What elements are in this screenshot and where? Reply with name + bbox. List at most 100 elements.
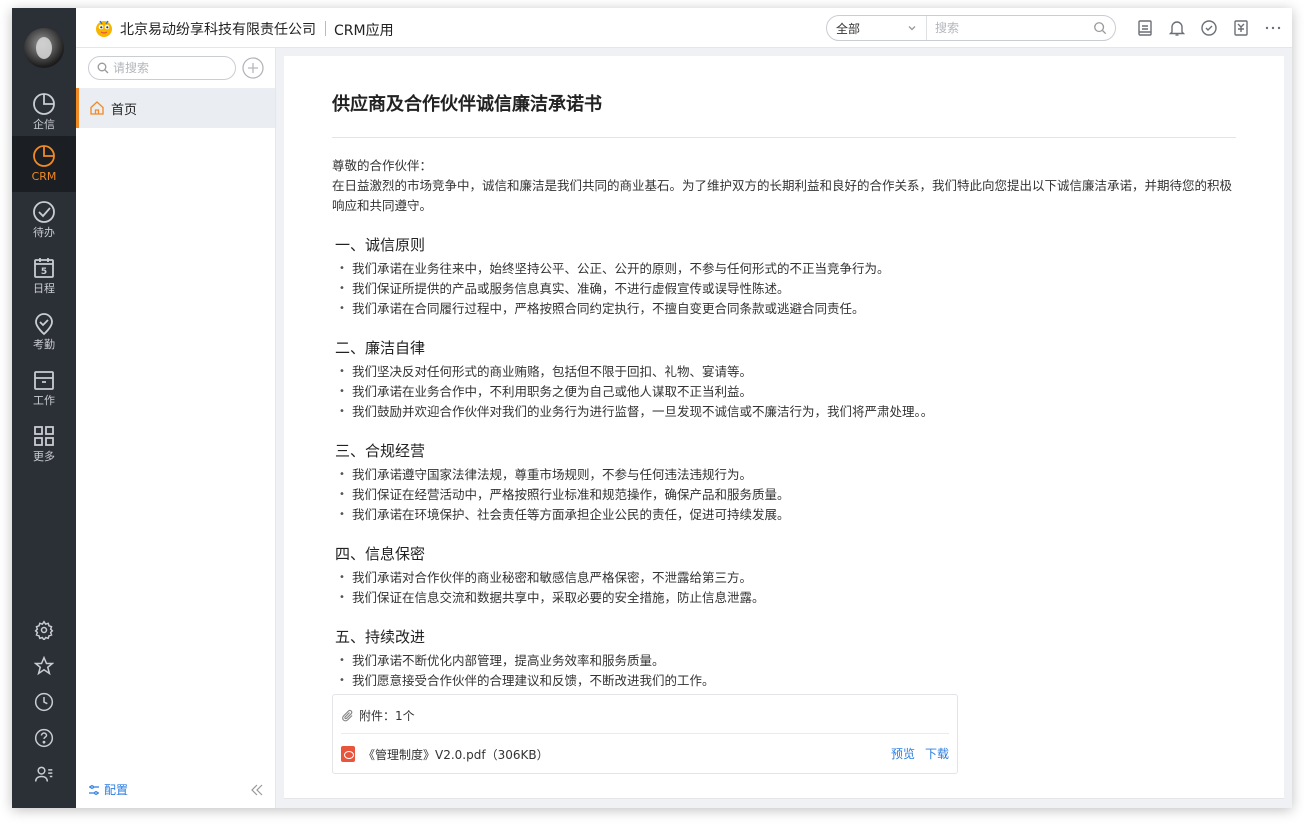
clock-icon	[33, 93, 55, 115]
home-icon	[90, 101, 104, 115]
page-title: 供应商及合作伙伴诚信廉洁承诺书	[332, 94, 602, 115]
download-link[interactable]: 下载	[925, 745, 949, 762]
nav-item-label: CRM	[31, 170, 57, 183]
app-name: CRM应用	[334, 23, 394, 39]
nav-item-label: 考勤	[33, 338, 55, 351]
chevron-down-icon	[908, 26, 916, 31]
nav-item-more[interactable]: 更多	[12, 416, 76, 472]
nav-item-label: 工作	[33, 394, 55, 407]
config-label: 配置	[104, 783, 129, 797]
svg-text:5: 5	[41, 267, 47, 277]
nav-item-label: 待办	[33, 226, 55, 239]
list-item: 我们承诺遵守国家法律法规，尊重市场规则，不参与任何违法违规行为。	[332, 465, 1236, 485]
search-scope-select[interactable]: 全部	[827, 16, 927, 40]
bullet-list: 我们承诺对合作伙伴的商业秘密和敏感信息严格保密，不泄露给第三方。 我们保证在信息…	[332, 568, 1236, 608]
pdf-icon	[341, 746, 355, 762]
config-link[interactable]: 配置	[88, 781, 128, 798]
list-item: 我们鼓励并欢迎合作伙伴对我们的业务行为进行监督，一旦发现不诚信或不廉洁行为，我们…	[332, 402, 1236, 422]
section-title: 四、信息保密	[335, 545, 426, 563]
search-scope-value: 全部	[836, 21, 861, 36]
attachment-header: 附件：1个	[341, 707, 415, 724]
sliders-icon	[89, 784, 99, 795]
attachment-divider	[341, 733, 949, 734]
list-item: 我们保证所提供的产品或服务信息真实、准确，不进行虚假宣传或误导性陈述。	[332, 279, 1236, 299]
bullet-list: 我们承诺在业务往来中，始终坚持公平、公正、公开的原则，不参与任何形式的不正当竞争…	[332, 259, 1236, 319]
nav-item-attendance[interactable]: 考勤	[12, 304, 76, 360]
attachment-card: 附件：1个 《管理制度》V2.0.pdf（306KB） 预览 下载	[332, 694, 958, 774]
crm-sidebar: 首页 配置	[76, 48, 276, 808]
briefcase-icon	[34, 371, 54, 390]
notes-icon[interactable]	[1136, 19, 1154, 37]
search-input[interactable]	[927, 17, 1093, 39]
calendar-icon: 5	[34, 258, 54, 278]
bell-icon[interactable]	[1168, 19, 1186, 37]
section-title: 二、廉洁自律	[335, 339, 426, 357]
bullet-list: 我们承诺遵守国家法律法规，尊重市场规则，不参与任何违法违规行为。 我们保证在经营…	[332, 465, 1236, 525]
list-item: 我们承诺对合作伙伴的商业秘密和敏感信息严格保密，不泄露给第三方。	[332, 568, 1236, 588]
section-title: 三、合规经营	[335, 442, 426, 460]
nav-rail: 企信 CRM 待办 5 日程 考勤 工作 更多	[12, 8, 76, 808]
nav-item-qixin[interactable]: 企信	[12, 84, 76, 140]
list-item: 我们坚决反对任何形式的商业贿赂，包括但不限于回扣、礼物、宴请等。	[332, 362, 1236, 382]
sidebar-search-input[interactable]	[113, 61, 233, 75]
section-title: 五、持续改进	[335, 628, 426, 646]
attachment-row: 《管理制度》V2.0.pdf（306KB） 预览 下载	[341, 745, 949, 763]
favorites-button[interactable]	[32, 654, 56, 678]
history-button[interactable]	[32, 690, 56, 714]
paperclip-icon	[342, 709, 353, 721]
settings-icon	[34, 620, 54, 642]
check-circle-icon[interactable]	[1200, 19, 1218, 37]
list-item: 我们承诺在合同履行过程中，严格按照合同约定执行，不擅自变更合同条款或逃避合同责任…	[332, 299, 1236, 319]
nav-item-schedule[interactable]: 5 日程	[12, 248, 76, 304]
search-icon	[97, 62, 109, 74]
attachment-file-name[interactable]: 《管理制度》V2.0.pdf（306KB）	[363, 746, 549, 763]
global-search: 全部	[826, 15, 1116, 41]
document-body: 尊敬的合作伙伴： 在日益激烈的市场竞争中，诚信和廉洁是我们共同的商业基石。为了维…	[332, 156, 1236, 691]
app-window: 企信 CRM 待办 5 日程 考勤 工作 更多 北京易动纷享科技有限责任公司 C…	[12, 8, 1292, 808]
title-divider	[332, 137, 1236, 138]
nav-item-crm[interactable]: CRM	[12, 136, 76, 192]
approval-icon[interactable]	[1232, 19, 1250, 37]
sidebar-item-label: 首页	[111, 102, 138, 118]
attachment-count: 附件：1个	[359, 709, 415, 723]
list-item: 我们承诺在业务合作中，不利用职务之便为自己或他人谋取不正当利益。	[332, 382, 1236, 402]
more-icon[interactable]	[1264, 19, 1282, 37]
help-button[interactable]	[32, 726, 56, 750]
top-bar: 北京易动纷享科技有限责任公司 CRM应用 全部	[76, 8, 1292, 48]
settings-button[interactable]	[32, 618, 56, 642]
company-name: 北京易动纷享科技有限责任公司	[120, 22, 316, 38]
avatar[interactable]	[24, 28, 64, 68]
check-circle-icon	[33, 201, 55, 223]
nav-item-work[interactable]: 工作	[12, 360, 76, 416]
nav-item-label: 更多	[33, 450, 55, 463]
location-check-icon	[35, 313, 53, 336]
nav-item-todo[interactable]: 待办	[12, 192, 76, 248]
greeting: 尊敬的合作伙伴：	[332, 158, 433, 173]
grid-icon	[34, 426, 54, 446]
list-item: 我们愿意接受合作伙伴的合理建议和反馈，不断改进我们的工作。	[332, 671, 1236, 691]
attachment-actions: 预览 下载	[891, 745, 949, 762]
document-footer-line	[284, 798, 1284, 799]
list-item: 我们承诺在环境保护、社会责任等方面承担企业公民的责任，促进可持续发展。	[332, 505, 1236, 525]
add-icon[interactable]	[242, 57, 264, 79]
sidebar-search	[88, 56, 236, 80]
document-panel: 供应商及合作伙伴诚信廉洁承诺书 尊敬的合作伙伴： 在日益激烈的市场竞争中，诚信和…	[284, 56, 1284, 798]
intro-paragraph: 在日益激烈的市场竞争中，诚信和廉洁是我们共同的商业基石。为了维护双方的长期利益和…	[332, 178, 1233, 213]
bullet-list: 我们承诺不断优化内部管理，提高业务效率和服务质量。 我们愿意接受合作伙伴的合理建…	[332, 651, 1236, 691]
collapse-icon[interactable]	[249, 782, 265, 798]
list-item: 我们承诺不断优化内部管理，提高业务效率和服务质量。	[332, 651, 1236, 671]
section-title: 一、诚信原则	[335, 236, 426, 254]
user-list-icon	[34, 766, 53, 782]
nav-item-label: 企信	[33, 118, 55, 131]
list-item: 我们保证在信息交流和数据共享中，采取必要的安全措施，防止信息泄露。	[332, 588, 1236, 608]
brand-logo-icon	[96, 20, 112, 37]
preview-link[interactable]: 预览	[891, 745, 915, 762]
search-icon[interactable]	[1093, 21, 1107, 35]
crm-icon	[33, 145, 55, 167]
star-icon	[33, 655, 55, 676]
sidebar-item-home[interactable]: 首页	[76, 88, 275, 128]
contacts-button[interactable]	[32, 762, 56, 786]
list-item: 我们承诺在业务往来中，始终坚持公平、公正、公开的原则，不参与任何形式的不正当竞争…	[332, 259, 1236, 279]
history-icon	[34, 692, 54, 712]
help-icon	[34, 728, 54, 748]
